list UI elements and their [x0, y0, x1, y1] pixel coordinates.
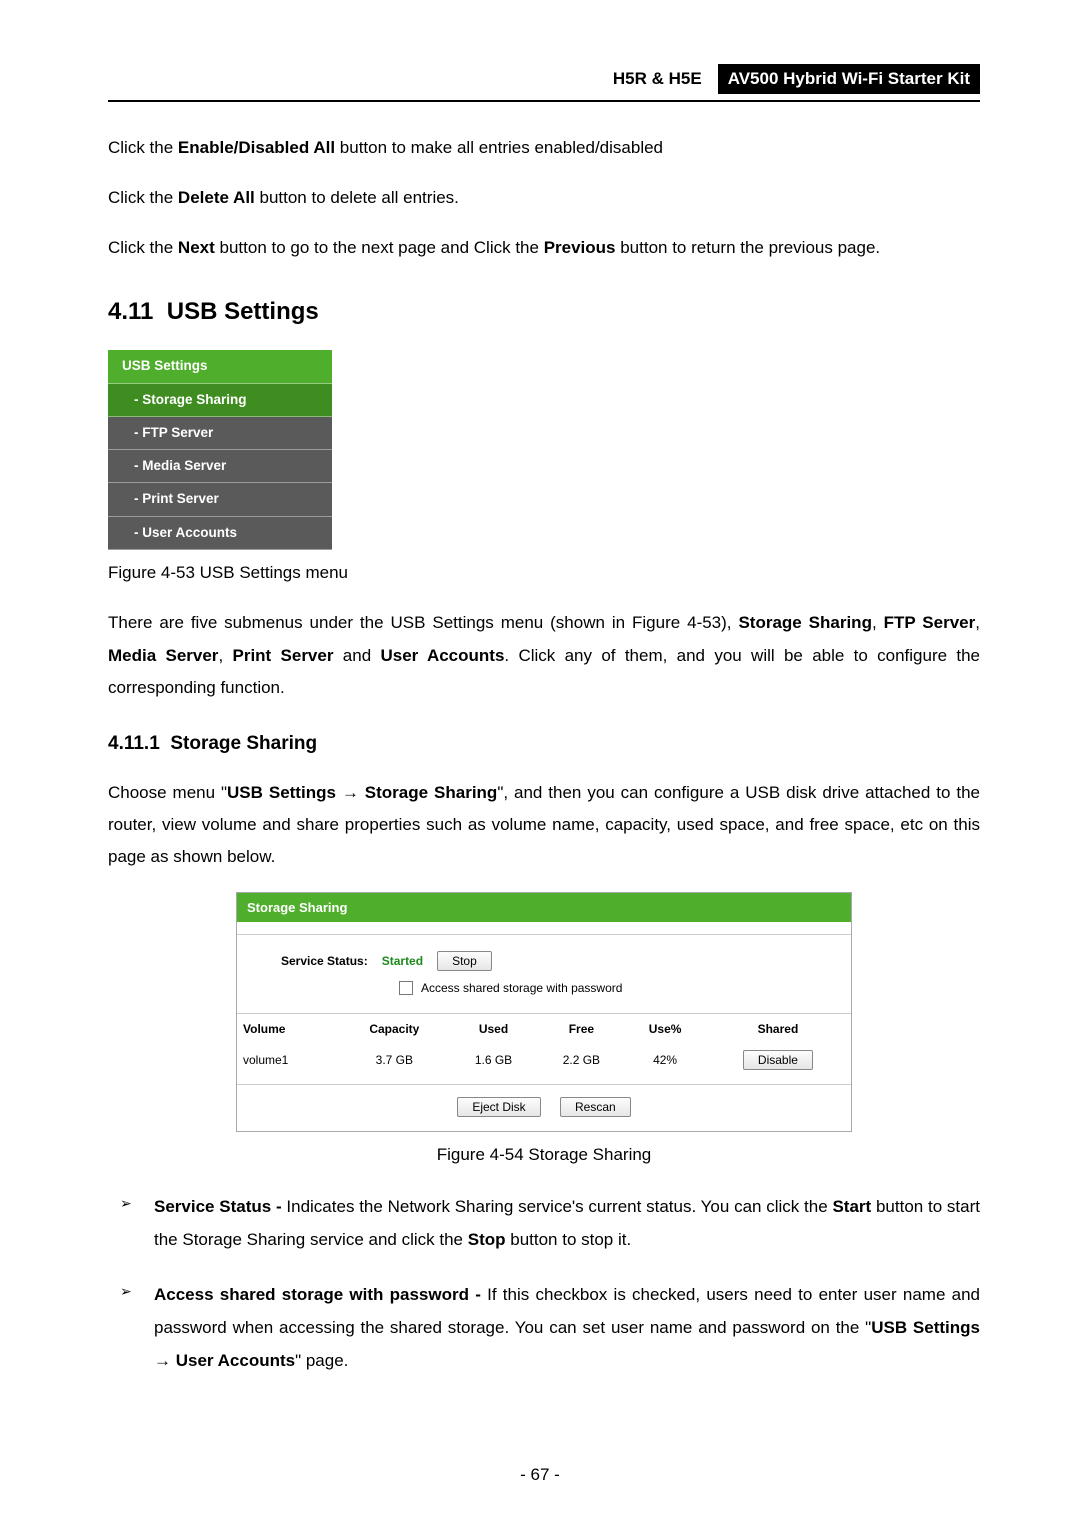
header-right: AV500 Hybrid Wi-Fi Starter Kit: [718, 64, 980, 94]
col-free: Free: [537, 1014, 625, 1045]
usb-menu-header: USB Settings: [108, 350, 332, 383]
page-number: - 67 -: [0, 1462, 1080, 1488]
intro-para-3: Click the Next button to go to the next …: [108, 232, 980, 264]
disable-button[interactable]: Disable: [743, 1050, 813, 1070]
usb-menu-item-ftp-server[interactable]: - FTP Server: [108, 417, 332, 450]
eject-disk-button[interactable]: Eject Disk: [457, 1097, 540, 1117]
subsection-heading: 4.11.1 Storage Sharing: [108, 730, 980, 759]
explain-item-service-status: Service Status - Indicates the Network S…: [108, 1190, 980, 1256]
ss-panel-footer: Eject Disk Rescan: [237, 1084, 851, 1131]
usb-settings-menu: USB Settings - Storage Sharing - FTP Ser…: [108, 350, 332, 550]
storage-sharing-intro: Choose menu "USB Settings → Storage Shar…: [108, 777, 980, 874]
table-header-row: Volume Capacity Used Free Use% Shared: [237, 1014, 851, 1045]
col-capacity: Capacity: [339, 1014, 449, 1045]
col-used: Used: [450, 1014, 538, 1045]
intro-para-1: Click the Enable/Disabled All button to …: [108, 132, 980, 164]
header-rule: [108, 100, 980, 102]
usb-menu-item-storage-sharing[interactable]: - Storage Sharing: [108, 384, 332, 417]
col-usepct: Use%: [625, 1014, 705, 1045]
access-with-password-row: Access shared storage with password: [399, 979, 837, 997]
section-heading: 4.11 USB Settings: [108, 294, 980, 330]
stop-button[interactable]: Stop: [437, 951, 492, 971]
table-row: volume1 3.7 GB 1.6 GB 2.2 GB 42% Disable: [237, 1044, 851, 1076]
service-status-value: Started: [382, 952, 423, 970]
cell-usepct: 42%: [625, 1044, 705, 1076]
cell-shared: Disable: [705, 1044, 851, 1076]
after-menu-para: There are five submenus under the USB Se…: [108, 607, 980, 704]
service-status-row: Service Status: Started Stop: [251, 951, 837, 971]
cell-volume: volume1: [237, 1044, 339, 1076]
storage-sharing-panel: Storage Sharing Service Status: Started …: [236, 892, 852, 1133]
rescan-button[interactable]: Rescan: [560, 1097, 631, 1117]
col-shared: Shared: [705, 1014, 851, 1045]
ss-panel-title: Storage Sharing: [237, 893, 851, 923]
usb-menu-item-user-accounts[interactable]: - User Accounts: [108, 517, 332, 550]
page-header: H5R & H5E AV500 Hybrid Wi-Fi Starter Kit: [108, 64, 980, 94]
cell-used: 1.6 GB: [450, 1044, 538, 1076]
explanation-list: Service Status - Indicates the Network S…: [108, 1190, 980, 1378]
figure-4-53-caption: Figure 4-53 USB Settings menu: [108, 560, 980, 586]
usb-menu-item-print-server[interactable]: - Print Server: [108, 483, 332, 516]
cell-capacity: 3.7 GB: [339, 1044, 449, 1076]
access-with-password-label: Access shared storage with password: [421, 979, 622, 997]
usb-menu-item-media-server[interactable]: - Media Server: [108, 450, 332, 483]
figure-4-54-caption: Figure 4-54 Storage Sharing: [108, 1142, 980, 1168]
service-status-label: Service Status:: [281, 952, 368, 970]
explain-item-access-password: Access shared storage with password - If…: [108, 1278, 980, 1377]
header-left: H5R & H5E: [613, 66, 710, 92]
cell-free: 2.2 GB: [537, 1044, 625, 1076]
col-volume: Volume: [237, 1014, 339, 1045]
intro-para-2: Click the Delete All button to delete al…: [108, 182, 980, 214]
access-with-password-checkbox[interactable]: [399, 981, 413, 995]
volume-table: Volume Capacity Used Free Use% Shared vo…: [237, 1013, 851, 1076]
